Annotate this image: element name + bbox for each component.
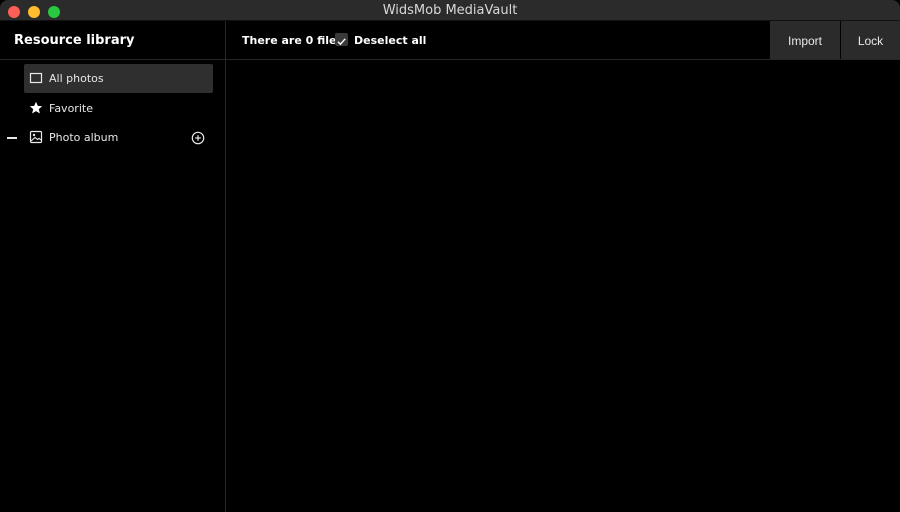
sidebar-item-photo-album[interactable]: Photo album <box>24 123 213 152</box>
image-icon <box>29 130 43 144</box>
photo-grid-area <box>227 61 900 512</box>
sidebar-item-label: Favorite <box>49 102 93 115</box>
sidebar-divider <box>0 59 226 60</box>
sidebar: Resource library All photos Favorite Pho… <box>0 21 226 512</box>
toolbar: There are 0 files Deselect all Import Lo… <box>226 21 900 60</box>
title-bar[interactable]: WidsMob MediaVault <box>0 0 900 21</box>
app-window: WidsMob MediaVault Resource library All … <box>0 0 900 512</box>
sidebar-item-label: All photos <box>49 72 104 85</box>
sidebar-title: Resource library <box>14 33 135 48</box>
star-icon <box>29 101 43 114</box>
lock-button[interactable]: Lock <box>841 21 900 59</box>
sidebar-item-all-photos[interactable]: All photos <box>24 64 213 93</box>
deselect-all-label: Deselect all <box>354 34 427 47</box>
plus-circle-icon[interactable] <box>191 131 205 145</box>
sidebar-item-favorite[interactable]: Favorite <box>24 94 213 123</box>
sidebar-item-label: Photo album <box>49 131 119 144</box>
minus-icon[interactable] <box>7 137 17 139</box>
import-button[interactable]: Import <box>770 21 840 59</box>
checkmark-icon <box>337 38 346 46</box>
file-count-label: There are 0 files <box>242 34 344 47</box>
deselect-all-checkbox[interactable] <box>335 33 348 46</box>
square-outline-icon <box>29 72 43 84</box>
window-title: WidsMob MediaVault <box>382 3 518 18</box>
